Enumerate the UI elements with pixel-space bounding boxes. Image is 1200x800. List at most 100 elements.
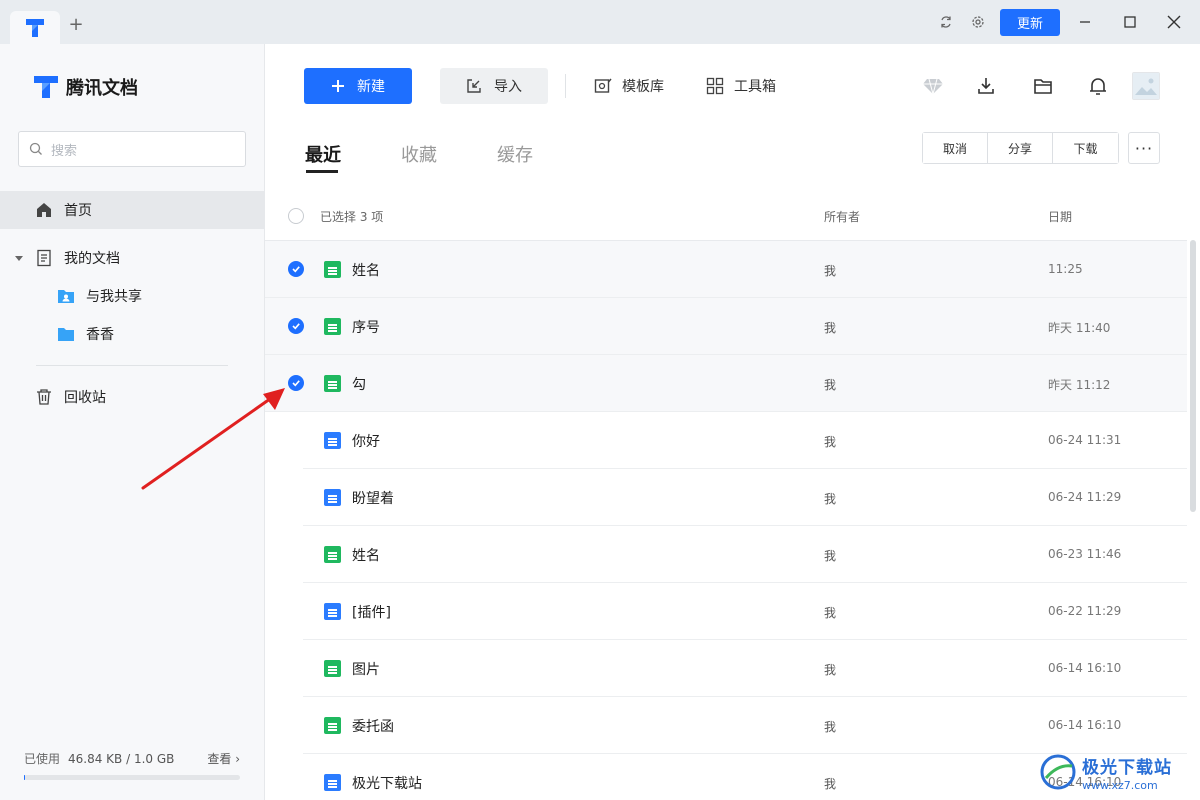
folder-open-icon[interactable] [1031, 74, 1055, 98]
sync-icon[interactable] [936, 12, 956, 32]
file-owner: 我 [824, 549, 837, 563]
watermark: 极光下载站 www.xz7.com [1040, 748, 1190, 796]
owner-column-header[interactable]: 所有者 [824, 208, 860, 225]
toolbox-button[interactable]: 工具箱 [706, 74, 776, 98]
watermark-title: 极光下载站 [1082, 757, 1172, 778]
minimize-icon[interactable] [1075, 12, 1095, 32]
file-name[interactable]: 委托函 [352, 716, 394, 736]
table-row[interactable]: 盼望着 我 06-24 11:29 [265, 469, 1187, 526]
more-options-button[interactable]: ··· [1128, 132, 1160, 164]
list-header: 已选择 3 项 所有者 日期 [265, 200, 1187, 241]
brand[interactable]: 腾讯文档 [32, 74, 138, 100]
storage-usage: 已使用 46.84 KB / 1.0 GB 查看 › [24, 750, 240, 780]
bell-icon[interactable] [1086, 74, 1110, 98]
sidebar-item-shared[interactable]: 与我共享 [0, 277, 264, 315]
sidebar-item-label: 香香 [86, 327, 114, 343]
title-bar: + 更新 [0, 0, 1200, 44]
selection-actions: 取消 分享 下载 [922, 132, 1119, 164]
file-name[interactable]: 姓名 [352, 545, 380, 565]
maximize-icon[interactable] [1120, 12, 1140, 32]
storage-label: 已使用 [24, 752, 61, 766]
spreadsheet-icon [324, 660, 341, 677]
table-row[interactable]: 序号 我 昨天 11:40 [265, 298, 1187, 355]
file-owner: 我 [824, 435, 837, 449]
download-icon[interactable] [974, 74, 998, 98]
row-checkbox-checked[interactable] [288, 261, 304, 277]
new-button-label: 新建 [357, 79, 385, 95]
storage-view-link[interactable]: 查看 › [207, 750, 240, 767]
scrollbar[interactable] [1190, 240, 1196, 512]
import-button[interactable]: 导入 [440, 68, 548, 104]
file-name[interactable]: [插件] [352, 602, 391, 622]
tab-cache[interactable]: 缓存 [497, 141, 533, 167]
avatar[interactable] [1132, 72, 1160, 100]
storage-bar [24, 775, 240, 780]
app-tab[interactable] [10, 11, 60, 44]
search-icon [29, 142, 42, 155]
folder-icon [56, 324, 76, 344]
settings-icon[interactable] [968, 12, 988, 32]
file-name[interactable]: 极光下载站 [352, 773, 422, 793]
file-date: 06-22 11:29 [1048, 604, 1122, 618]
date-column-header[interactable]: 日期 [1048, 208, 1072, 225]
sidebar-item-folder[interactable]: 香香 [0, 315, 264, 353]
file-name[interactable]: 盼望着 [352, 488, 394, 508]
annotation-arrow [141, 388, 285, 490]
select-all-checkbox[interactable] [288, 208, 304, 224]
search-input[interactable]: 搜索 [18, 131, 246, 167]
file-date: 06-14 16:10 [1048, 661, 1122, 675]
sidebar-divider [36, 365, 228, 366]
tab-active-indicator [306, 170, 338, 173]
file-name[interactable]: 序号 [352, 317, 380, 337]
download-button[interactable]: 下载 [1053, 133, 1118, 163]
sidebar-item-label: 与我共享 [86, 289, 142, 305]
close-icon[interactable] [1164, 12, 1184, 32]
tab-favorites[interactable]: 收藏 [401, 141, 437, 167]
file-owner: 我 [824, 378, 837, 392]
sidebar-item-my-docs[interactable]: 我的文档 [0, 239, 264, 277]
selection-count: 已选择 3 项 [320, 210, 384, 224]
sidebar-item-home[interactable]: 首页 [0, 191, 264, 229]
file-date: 昨天 11:12 [1048, 378, 1111, 392]
document-icon [324, 603, 341, 620]
template-icon [594, 78, 612, 93]
diamond-icon[interactable] [921, 74, 945, 98]
cancel-button[interactable]: 取消 [923, 133, 988, 163]
file-owner: 我 [824, 321, 837, 335]
tencent-docs-logo-icon [34, 76, 58, 98]
file-date: 06-24 11:29 [1048, 490, 1122, 504]
file-name[interactable]: 勾 [352, 374, 366, 394]
table-row[interactable]: 你好 我 06-24 11:31 [265, 412, 1187, 469]
update-button[interactable]: 更新 [1000, 9, 1060, 36]
storage-bar-fill [24, 775, 25, 780]
caret-down-icon[interactable] [14, 253, 26, 263]
row-checkbox-checked[interactable] [288, 318, 304, 334]
add-tab-button[interactable]: + [66, 15, 86, 35]
watermark-logo-icon [1040, 754, 1076, 790]
file-owner: 我 [824, 720, 837, 734]
table-row[interactable]: 委托函 我 06-14 16:10 [265, 697, 1187, 754]
table-row[interactable]: 姓名 我 11:25 [265, 241, 1187, 298]
file-name[interactable]: 图片 [352, 659, 380, 679]
file-date: 11:25 [1048, 262, 1083, 276]
new-button[interactable]: 新建 [304, 68, 412, 104]
file-owner: 我 [824, 663, 837, 677]
table-row[interactable]: 姓名 我 06-23 11:46 [265, 526, 1187, 583]
table-row[interactable]: [插件] 我 06-22 11:29 [265, 583, 1187, 640]
share-button[interactable]: 分享 [988, 133, 1053, 163]
table-row[interactable]: 图片 我 06-14 16:10 [265, 640, 1187, 697]
toolbar-divider [565, 74, 566, 98]
table-row[interactable]: 勾 我 昨天 11:12 [265, 355, 1187, 412]
watermark-url: www.xz7.com [1082, 778, 1158, 792]
shared-folder-icon [56, 286, 76, 306]
file-name[interactable]: 你好 [352, 431, 380, 451]
file-date: 06-23 11:46 [1048, 547, 1122, 561]
spreadsheet-icon [324, 546, 341, 563]
templates-button[interactable]: 模板库 [594, 74, 664, 98]
sidebar-item-label: 首页 [64, 203, 92, 219]
file-date: 06-24 11:31 [1048, 433, 1122, 447]
tab-recent[interactable]: 最近 [305, 141, 341, 167]
file-name[interactable]: 姓名 [352, 260, 380, 280]
sidebar-item-label: 我的文档 [64, 251, 120, 267]
search-placeholder: 搜索 [51, 143, 78, 159]
